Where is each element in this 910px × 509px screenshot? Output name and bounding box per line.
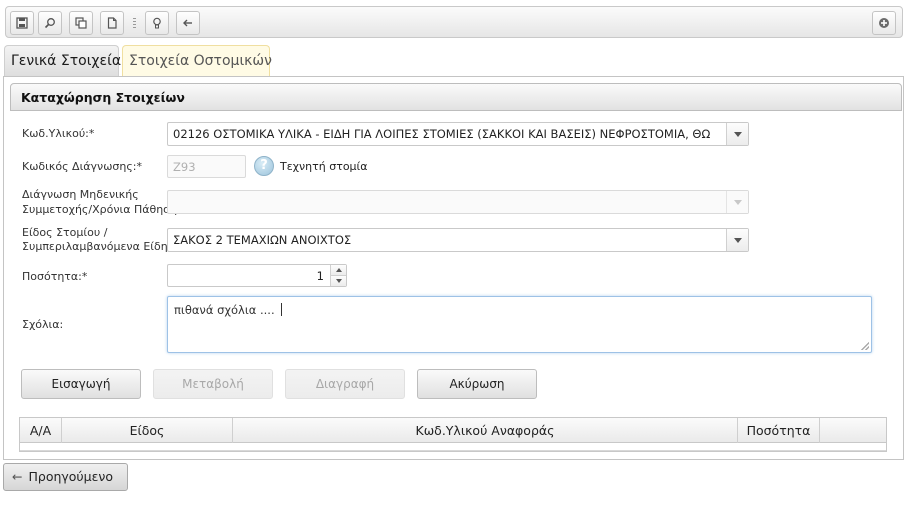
- panel-title: Καταχώρηση Στοιχείων: [10, 83, 902, 111]
- material-code-value: 02126 ΟΣΤΟΜΙΚΑ ΥΛΙΚΑ - ΕΙΔΗ ΓΙΑ ΛΟΙΠΕΣ Σ…: [173, 127, 711, 141]
- copy-button[interactable]: [69, 11, 93, 35]
- previous-button[interactable]: ← Προηγούμενο: [3, 463, 128, 491]
- chevron-down-icon: [733, 199, 742, 205]
- material-code-label: Κωδ.Υλικού:*: [22, 127, 95, 140]
- column-header-type[interactable]: Είδος: [62, 418, 233, 443]
- column-header-material-code[interactable]: Κωδ.Υλικού Αναφοράς: [233, 418, 738, 443]
- arrow-left-icon: ←: [12, 469, 23, 484]
- stoma-type-dropdown[interactable]: [726, 229, 748, 251]
- table-row: [20, 443, 886, 451]
- chevron-up-icon: [335, 267, 342, 272]
- tab-ostomy-info[interactable]: Στοιχεία Οστομικών: [122, 45, 272, 76]
- quantity-value: 1: [316, 269, 324, 283]
- search-button[interactable]: [38, 11, 62, 35]
- zero-participation-combo[interactable]: [167, 190, 749, 214]
- toolbar-separator: [133, 18, 136, 30]
- stoma-type-combo[interactable]: ΣΑΚΟΣ 2 ΤΕΜΑΧΙΩΝ ΑΝΟΙΧΤΟΣ: [167, 228, 749, 252]
- toolbar: [5, 6, 903, 38]
- lightbulb-icon: [153, 17, 161, 29]
- items-grid: Α/Α Είδος Κωδ.Υλικού Αναφοράς Ποσότητα: [19, 417, 887, 452]
- previous-button-label: Προηγούμενο: [28, 469, 114, 484]
- resize-handle[interactable]: [861, 342, 869, 350]
- tab-general-info[interactable]: Γενικά Στοιχεία: [4, 45, 121, 76]
- quantity-spinner: [330, 265, 346, 286]
- grid-header: Α/Α Είδος Κωδ.Υλικού Αναφοράς Ποσότητα: [20, 418, 886, 443]
- arrow-left-icon: [183, 19, 192, 27]
- material-code-dropdown[interactable]: [726, 123, 748, 145]
- help-icon[interactable]: ?: [254, 156, 274, 176]
- comments-value: πιθανά σχόλια ....: [174, 303, 275, 317]
- stoma-type-value: ΣΑΚΟΣ 2 ΤΕΜΑΧΙΩΝ ΑΝΟΙΧΤΟΣ: [173, 233, 352, 247]
- document-icon: [107, 17, 117, 29]
- insert-button[interactable]: Εισαγωγή: [21, 369, 141, 399]
- column-header-actions: [820, 418, 886, 443]
- hint-button[interactable]: [145, 11, 169, 35]
- search-icon: [44, 18, 55, 29]
- modify-button[interactable]: Μεταβολή: [153, 369, 273, 399]
- quantity-stepper[interactable]: 1: [167, 264, 347, 287]
- comments-textarea[interactable]: πιθανά σχόλια ....: [167, 296, 872, 353]
- delete-button[interactable]: Διαγραφή: [285, 369, 405, 399]
- chevron-down-icon: [733, 237, 742, 243]
- column-header-quantity[interactable]: Ποσότητα: [738, 418, 820, 443]
- zero-participation-label-line1: Διάγνωση Μηδενικής: [22, 188, 139, 201]
- stoma-type-label-line1: Είδος Στομίου /: [22, 226, 108, 239]
- new-document-button[interactable]: [100, 11, 124, 35]
- diagnosis-code-value: Z93: [173, 160, 196, 174]
- comments-label: Σχόλια:: [22, 318, 64, 331]
- quantity-increment-button[interactable]: [331, 265, 346, 276]
- material-code-combo[interactable]: 02126 ΟΣΤΟΜΙΚΑ ΥΛΙΚΑ - ΕΙΔΗ ΓΙΑ ΛΟΙΠΕΣ Σ…: [167, 122, 749, 146]
- diagnosis-code-input[interactable]: Z93: [167, 155, 246, 178]
- diagnosis-description: Τεχνητή στομία: [280, 160, 368, 173]
- back-button[interactable]: [176, 11, 200, 35]
- copy-icon: [75, 17, 87, 29]
- quantity-label: Ποσότητα:*: [22, 270, 88, 283]
- column-header-index[interactable]: Α/Α: [20, 418, 62, 443]
- diagnosis-code-label: Κωδικός Διάγνωσης:*: [22, 160, 143, 173]
- text-caret: [280, 303, 282, 316]
- quantity-decrement-button[interactable]: [331, 275, 346, 286]
- comments-text-wrap: πιθανά σχόλια ....: [174, 303, 282, 317]
- chevron-down-icon: [733, 131, 742, 137]
- zero-participation-dropdown[interactable]: [726, 191, 748, 213]
- save-icon: [16, 17, 28, 29]
- stoma-type-label-line2: Συμπεριλαμβανόμενα Είδη:*: [22, 240, 177, 253]
- zero-participation-label-line2: Συμμετοχής/Χρόνια Πάθηση: [22, 203, 178, 216]
- plus-circle-icon: [879, 18, 889, 28]
- save-button[interactable]: [10, 11, 34, 35]
- cancel-button[interactable]: Ακύρωση: [417, 369, 537, 399]
- add-button[interactable]: [872, 11, 896, 35]
- chevron-down-icon: [335, 278, 342, 283]
